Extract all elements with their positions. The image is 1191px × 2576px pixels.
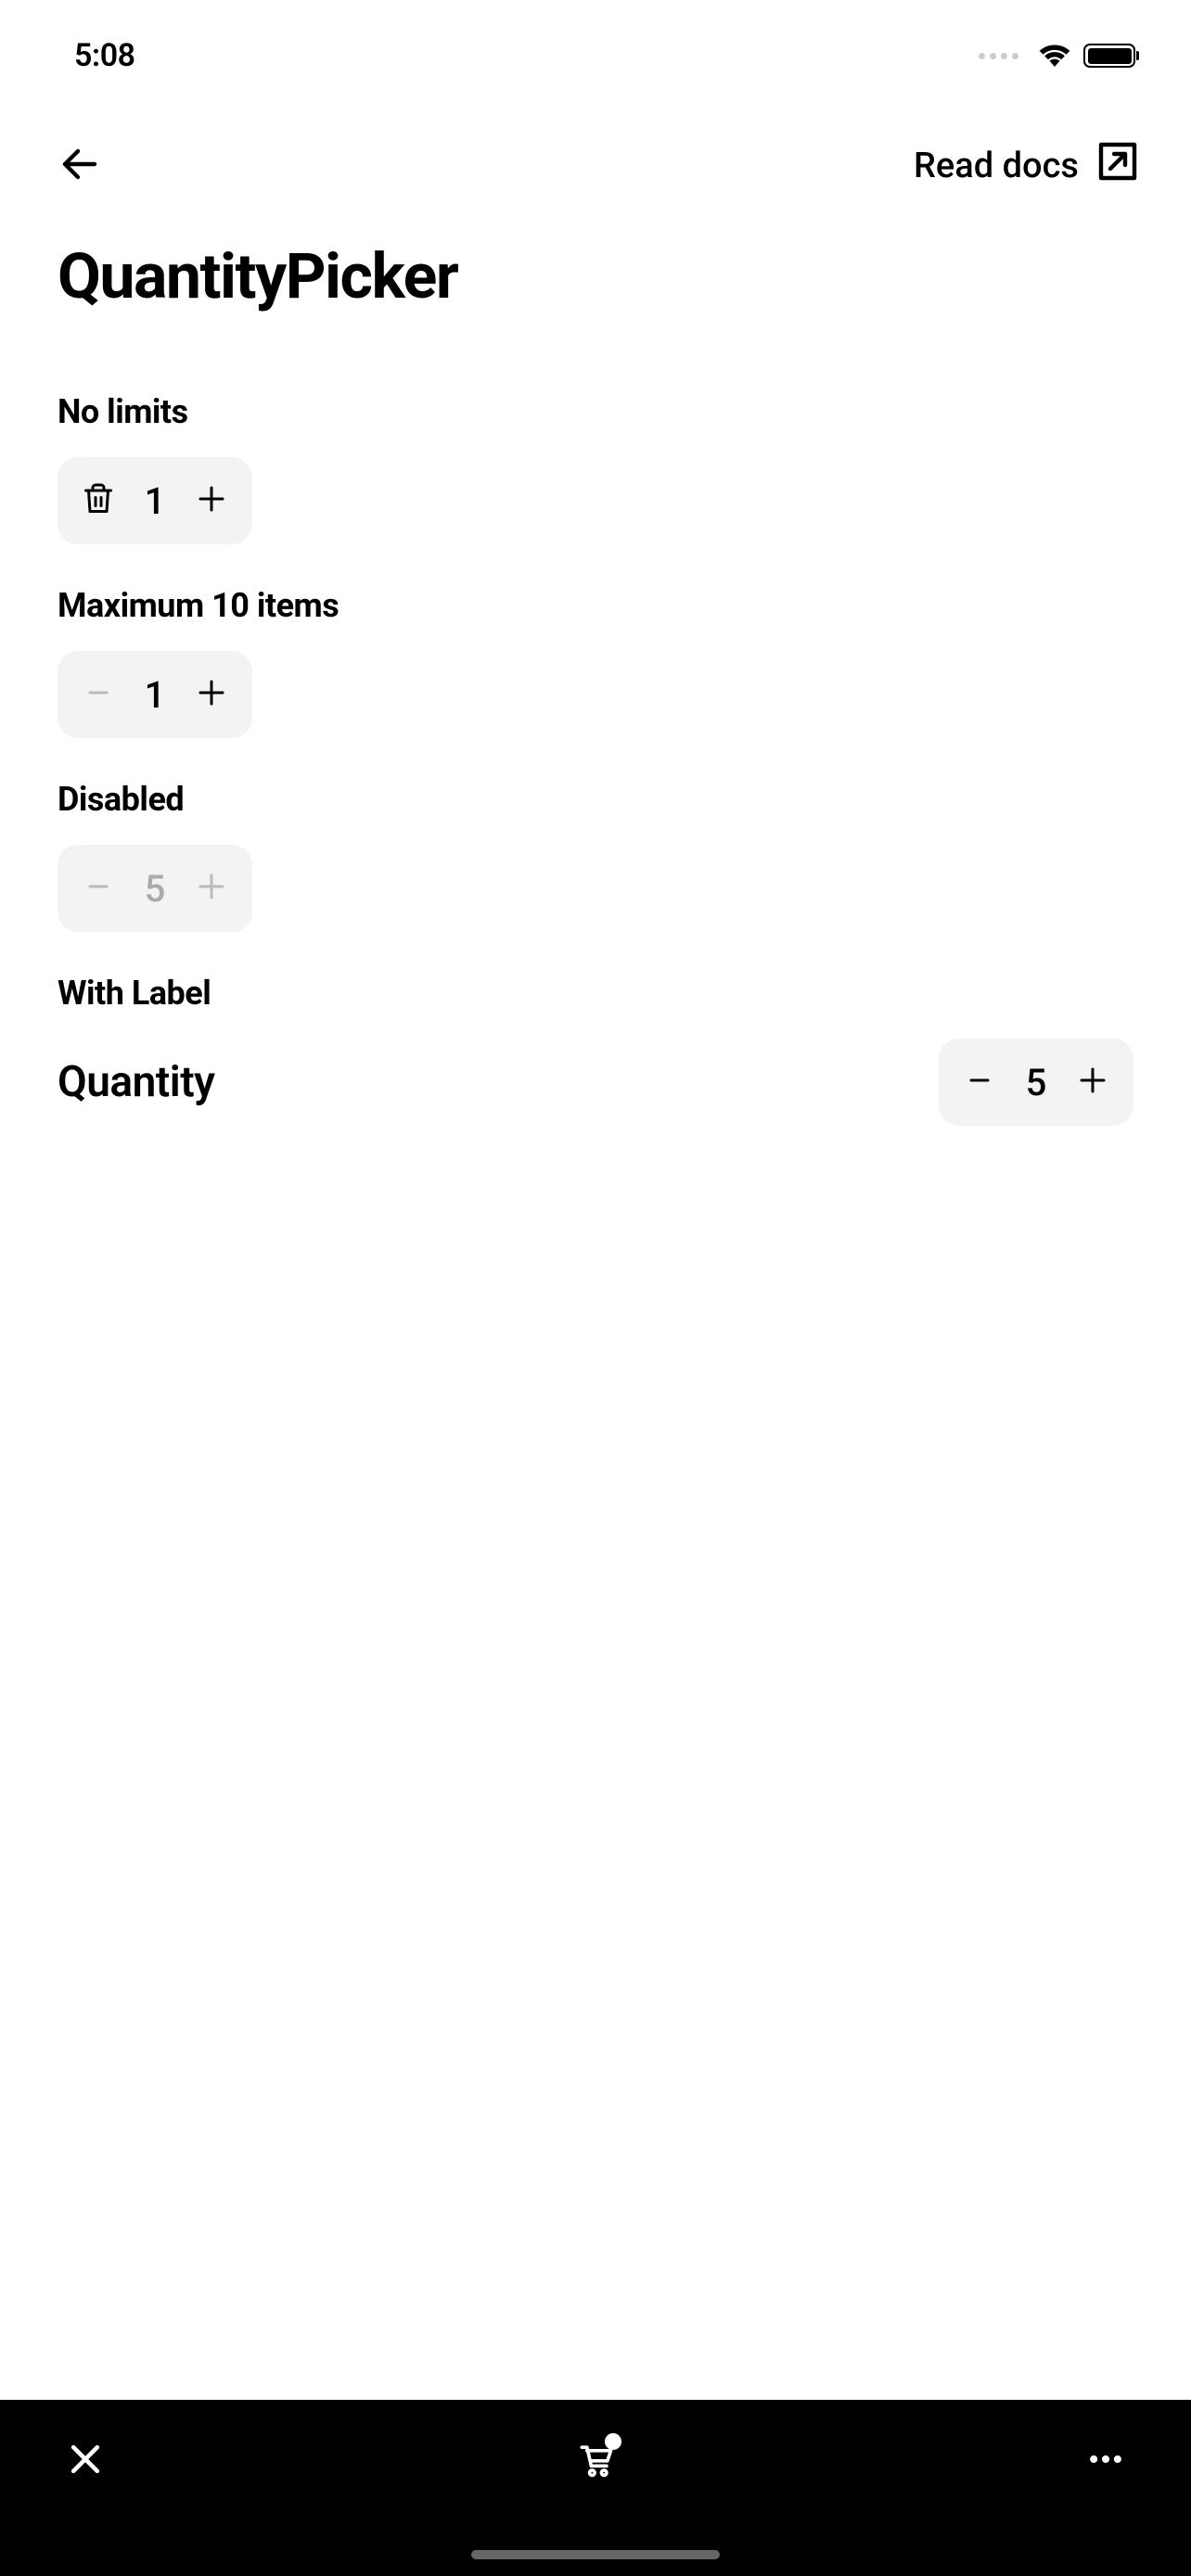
section-title: No limits	[58, 392, 1133, 431]
decrement-button	[65, 852, 132, 925]
increment-button[interactable]	[1059, 1046, 1126, 1118]
plus-icon	[195, 482, 228, 519]
plus-icon	[195, 676, 228, 713]
section-no-limits: No limits 1	[0, 351, 1191, 544]
read-docs-link[interactable]: Read docs	[914, 139, 1140, 193]
decrement-button[interactable]	[946, 1046, 1013, 1118]
wifi-icon	[1037, 41, 1072, 70]
section-title: With Label	[58, 974, 1133, 1013]
status-icons	[979, 41, 1135, 70]
plus-icon	[1076, 1064, 1109, 1101]
minus-icon	[963, 1064, 996, 1101]
page-title: QuantityPicker	[0, 221, 1191, 351]
section-title: Maximum 10 items	[58, 586, 1133, 625]
increment-button[interactable]	[178, 465, 245, 537]
status-time: 5:08	[74, 37, 135, 74]
signal-dots	[979, 53, 1018, 59]
close-button[interactable]	[65, 2439, 106, 2483]
cart-icon	[575, 2466, 616, 2483]
quantity-label: Quantity	[58, 1057, 215, 1107]
section-disabled: Disabled 5	[0, 738, 1191, 932]
more-icon	[1085, 2466, 1126, 2483]
stepper-value: 1	[132, 479, 178, 523]
close-icon	[65, 2466, 106, 2483]
quantity-stepper: 1	[58, 457, 252, 544]
trash-icon	[82, 482, 115, 519]
cart-button[interactable]	[575, 2439, 616, 2483]
section-max-ten: Maximum 10 items 1	[0, 544, 1191, 738]
more-button[interactable]	[1085, 2439, 1126, 2483]
section-title: Disabled	[58, 780, 1133, 819]
battery-icon	[1083, 44, 1135, 68]
quantity-stepper: 1	[58, 651, 252, 738]
external-link-icon	[1095, 139, 1140, 193]
quantity-stepper: 5	[58, 845, 252, 932]
status-bar: 5:08	[0, 0, 1191, 111]
section-with-label: With Label Quantity 5	[0, 932, 1191, 1126]
plus-icon	[195, 870, 228, 907]
increment-button[interactable]	[178, 658, 245, 731]
quantity-stepper: 5	[939, 1039, 1133, 1126]
stepper-value: 5	[1013, 1061, 1059, 1104]
nav-bar: Read docs	[0, 111, 1191, 221]
back-button[interactable]	[58, 142, 102, 190]
minus-icon	[82, 870, 115, 907]
home-indicator[interactable]	[471, 2550, 720, 2559]
delete-button[interactable]	[65, 465, 132, 537]
cart-badge	[605, 2433, 621, 2450]
increment-button	[178, 852, 245, 925]
read-docs-label: Read docs	[914, 146, 1079, 186]
bottom-bar	[0, 2400, 1191, 2576]
decrement-button[interactable]	[65, 658, 132, 731]
minus-icon	[82, 676, 115, 713]
stepper-value: 1	[132, 673, 178, 717]
stepper-value: 5	[132, 867, 178, 911]
